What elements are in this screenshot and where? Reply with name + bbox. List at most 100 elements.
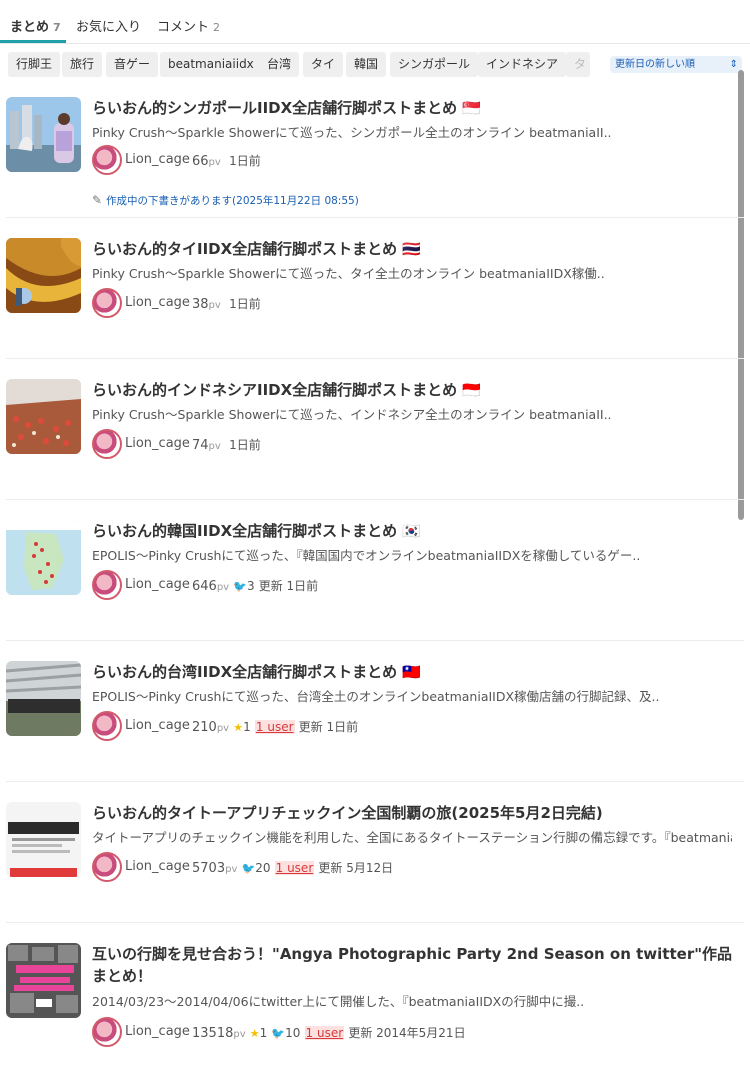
pv-label: pv	[208, 157, 221, 168]
divider	[6, 922, 744, 923]
item-title[interactable]: らいおん的タイIIDX全店舗行脚ポストまとめ 🇹🇭	[92, 238, 737, 260]
item-description: Pinky Crush〜Sparkle Showerにて巡った、インドネシア全土…	[92, 407, 612, 422]
user-count-link[interactable]: 1 user	[274, 861, 315, 875]
flag-icon: 🇹🇭	[402, 240, 422, 258]
tab-count: 2	[213, 21, 221, 34]
tab-label: お気に入り	[76, 20, 142, 35]
flag-icon: 🇰🇷	[402, 522, 422, 540]
avatar[interactable]	[92, 570, 122, 600]
user-count-link[interactable]: 1 user	[254, 720, 295, 734]
tab-matome[interactable]: まとめ 7	[10, 16, 61, 35]
draft-notice[interactable]: ✎ 作成中の下書きがあります(2025年11月22日 08:55)	[92, 193, 359, 208]
avatar[interactable]	[92, 852, 122, 882]
star-count: 1	[259, 1026, 268, 1040]
pv-label: pv	[208, 300, 221, 311]
pv-label: pv	[208, 441, 221, 452]
avatar[interactable]	[92, 429, 122, 459]
item-title[interactable]: らいおん的台湾IIDX全店舗行脚ポストまとめ 🇹🇼	[92, 661, 737, 683]
item-title[interactable]: らいおん的インドネシアIIDX全店舗行脚ポストまとめ 🇮🇩	[92, 379, 737, 401]
tag-chip[interactable]: 旅行	[62, 52, 103, 77]
item-title[interactable]: らいおん的韓国IIDX全店舗行脚ポストまとめ 🇰🇷	[92, 520, 737, 542]
user-count-link[interactable]: 1 user	[304, 1026, 345, 1040]
tag-chip[interactable]: 台湾	[259, 52, 300, 77]
pv-label: pv	[225, 864, 238, 875]
item-meta: Lion_cage 646pv 🐦3 更新 1日前	[92, 570, 732, 600]
pv-count: 5703	[192, 861, 226, 876]
tag-chip[interactable]: タ	[566, 52, 590, 77]
item-description: Pinky Crush〜Sparkle Showerにて巡った、シンガポール全土…	[92, 125, 612, 140]
username[interactable]: Lion_cage	[125, 718, 190, 733]
avatar[interactable]	[92, 711, 122, 741]
thumbnail-image	[6, 379, 81, 454]
item-stats: 646pv 🐦3 更新 1日前	[192, 577, 318, 594]
item-title-text: らいおん的シンガポールIIDX全店舗行脚ポストまとめ	[92, 99, 458, 117]
item-description: EPOLIS〜Pinky Crushにて巡った、台湾全土のオンラインbeatma…	[92, 689, 660, 704]
item-title[interactable]: らいおん的シンガポールIIDX全店舗行脚ポストまとめ 🇸🇬	[92, 97, 737, 119]
tab-label: コメント	[157, 20, 210, 35]
tag-chip[interactable]: シンガポール	[390, 52, 479, 77]
thumbnail-image	[6, 943, 81, 1018]
divider	[6, 640, 744, 641]
divider	[6, 358, 744, 359]
username[interactable]: Lion_cage	[125, 152, 190, 167]
sort-select[interactable]: 更新日の新しい順 ⇕	[610, 56, 742, 73]
item-title[interactable]: 互いの行脚を見せ合おう！"Angya Photographic Party 2n…	[92, 943, 737, 987]
item-meta: Lion_cage 38pv 1日前	[92, 288, 732, 318]
tab-comments[interactable]: コメント 2	[157, 16, 220, 35]
tag-chip[interactable]: タイ	[303, 52, 344, 77]
username[interactable]: Lion_cage	[125, 577, 190, 592]
tab-favorites[interactable]: お気に入り	[76, 16, 141, 35]
avatar[interactable]	[92, 1017, 122, 1047]
divider	[6, 499, 744, 500]
item-stats: 210pv ★1 1 user 更新 1日前	[192, 718, 358, 735]
tab-label: まとめ	[10, 20, 50, 35]
item-stats: 74pv 1日前	[192, 436, 261, 453]
thumbnail-image	[6, 520, 81, 595]
username[interactable]: Lion_cage	[125, 436, 190, 451]
pv-count: 38	[192, 297, 209, 312]
tag-chip[interactable]: 音ゲー	[106, 52, 159, 77]
thumbnail-image	[6, 802, 81, 877]
avatar[interactable]	[92, 288, 122, 318]
thumbnail-image	[6, 97, 81, 172]
item-title-text: らいおん的インドネシアIIDX全店舗行脚ポストまとめ	[92, 381, 458, 399]
item-meta: Lion_cage 13518pv ★1 🐦10 1 user 更新 2014年…	[92, 1017, 732, 1047]
item-meta: Lion_cage 66pv 1日前	[92, 145, 732, 175]
twitter-bird-icon: 🐦	[233, 580, 247, 593]
updated-time: 更新 1日前	[298, 720, 359, 734]
thumbnail-image	[6, 238, 81, 313]
updated-time: 1日前	[229, 438, 261, 452]
tag-chip[interactable]: 行脚王	[8, 52, 61, 77]
tag-chip[interactable]: 韓国	[346, 52, 387, 77]
username[interactable]: Lion_cage	[125, 859, 190, 874]
tab-bar: まとめ 7 お気に入り コメント 2	[0, 0, 750, 44]
item-meta: Lion_cage 74pv 1日前	[92, 429, 732, 459]
twitter-bird-icon: 🐦	[241, 862, 256, 875]
tag-chip[interactable]: インドネシア	[478, 52, 567, 77]
tweet-count: 3	[246, 579, 255, 593]
flag-icon: 🇮🇩	[462, 381, 482, 399]
pv-count: 66	[192, 154, 209, 169]
thumbnail-image	[6, 661, 81, 736]
avatar[interactable]	[92, 145, 122, 175]
active-tab-indicator	[0, 40, 66, 43]
updated-time: 1日前	[229, 154, 261, 168]
divider	[6, 217, 744, 218]
item-title-text: らいおん的タイIIDX全店舗行脚ポストまとめ	[92, 240, 398, 258]
item-title-text: 互いの行脚を見せ合おう！"Angya Photographic Party 2n…	[92, 945, 733, 985]
star-icon: ★	[233, 721, 244, 734]
tag-chip[interactable]: beatmaniaiidx	[160, 52, 262, 77]
tweet-count: 10	[285, 1026, 301, 1040]
star-icon: ★	[249, 1027, 260, 1040]
item-title[interactable]: らいおん的タイトーアプリチェックイン全国制覇の旅(2025年5月2日完結)	[92, 802, 737, 824]
username[interactable]: Lion_cage	[125, 295, 190, 310]
scrollbar[interactable]	[738, 70, 744, 520]
pv-count: 74	[192, 438, 209, 453]
updown-chevron-icon: ⇕	[729, 59, 738, 70]
username[interactable]: Lion_cage	[125, 1024, 190, 1039]
item-stats: 66pv 1日前	[192, 152, 261, 169]
pv-count: 13518	[192, 1026, 234, 1041]
draft-notice-text: 作成中の下書きがあります(2025年11月22日 08:55)	[106, 195, 359, 207]
tweet-count: 20	[255, 861, 271, 875]
item-title-text: らいおん的台湾IIDX全店舗行脚ポストまとめ	[92, 663, 398, 681]
